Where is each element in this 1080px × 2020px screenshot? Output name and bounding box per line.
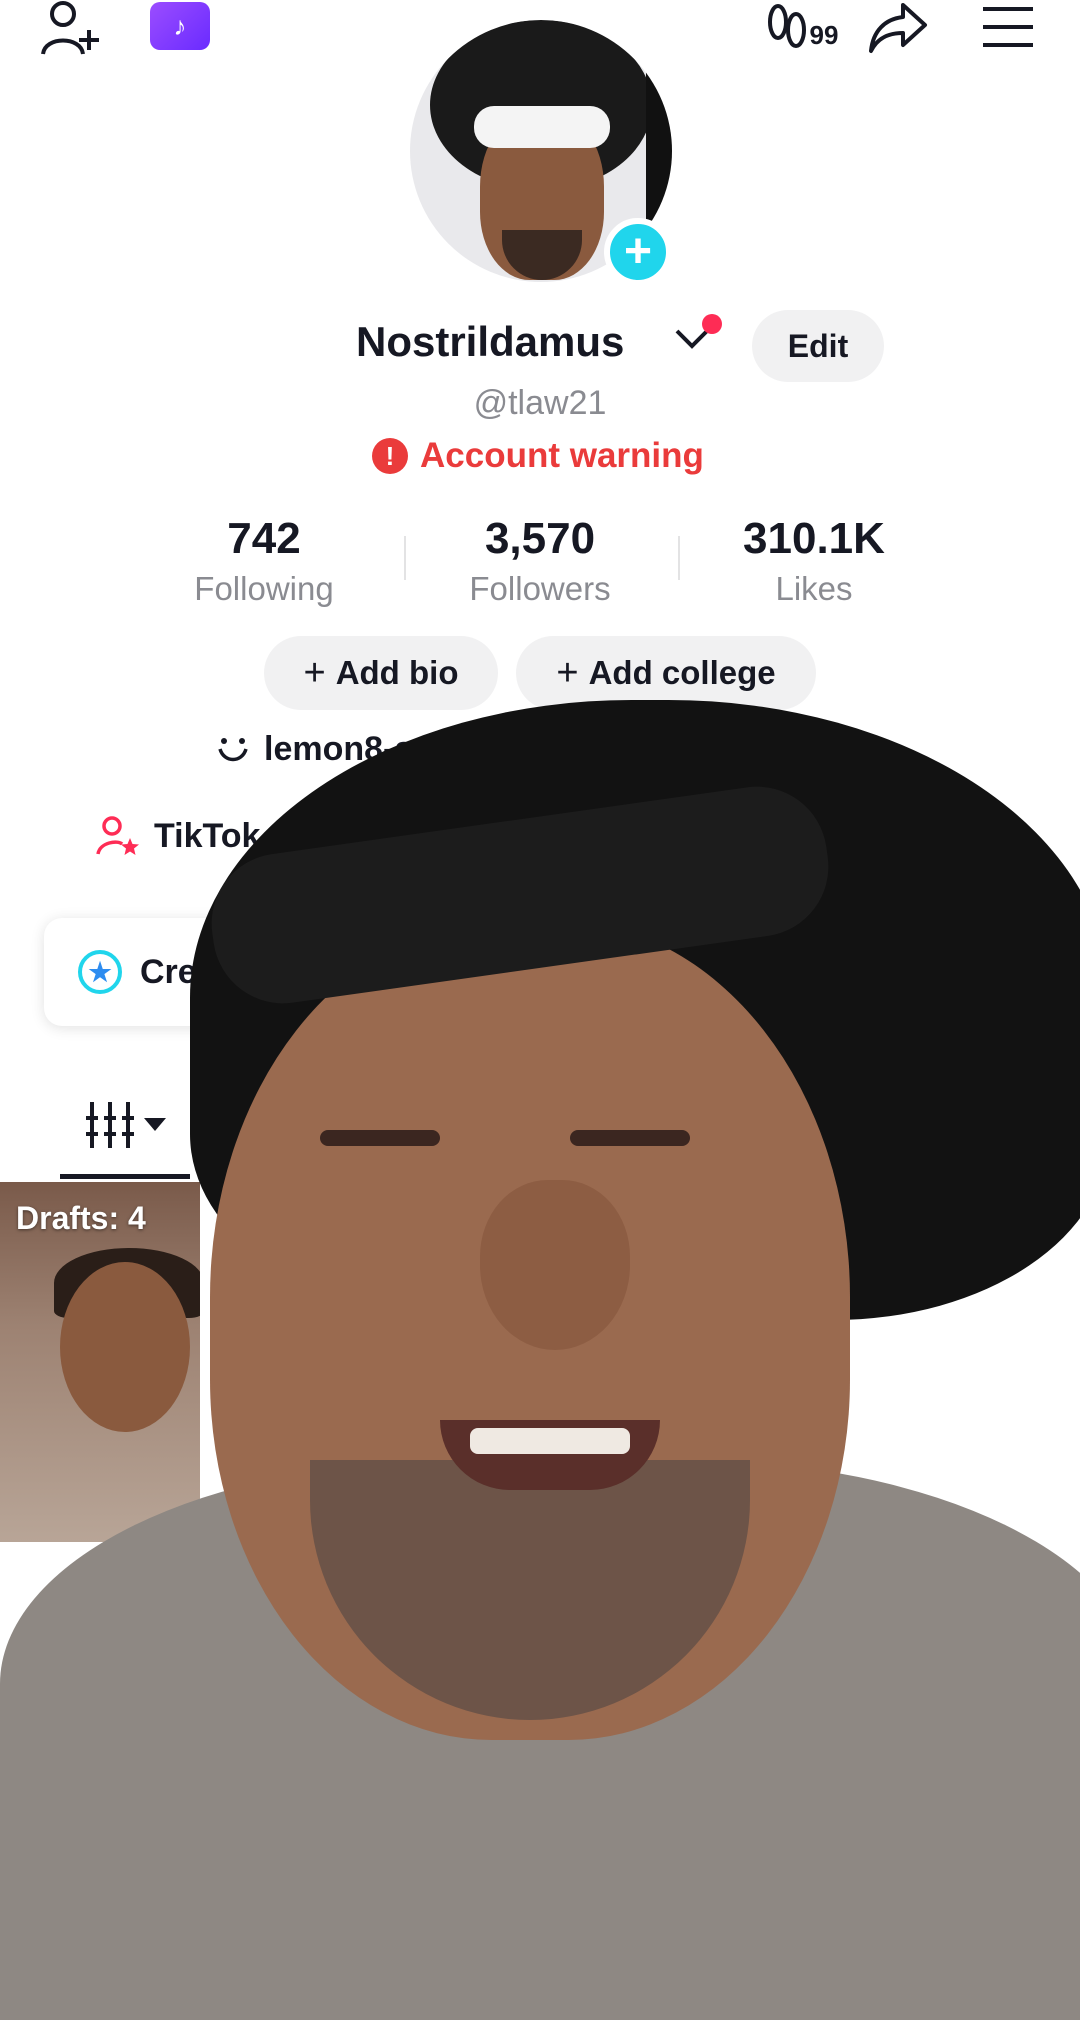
notification-dot: [702, 314, 722, 334]
stat-likes[interactable]: 310.1K Likes: [684, 514, 944, 608]
star-icon: ★: [78, 950, 122, 994]
display-name[interactable]: Nostrildamus: [356, 318, 624, 366]
add-college-label: Add college: [588, 654, 776, 691]
add-bio-label: Add bio: [335, 654, 459, 691]
share-icon[interactable]: [866, 0, 930, 56]
plus-icon: +: [556, 651, 579, 694]
likes-label: Likes: [775, 570, 853, 607]
following-count: 742: [227, 514, 301, 563]
grid-icon: [86, 1102, 134, 1148]
account-warning-label: Account warning: [420, 436, 704, 475]
tiktok-ticket-icon[interactable]: ♪: [150, 2, 210, 50]
likes-count: 310.1K: [743, 514, 885, 563]
menu-icon[interactable]: [980, 2, 1036, 52]
stat-following[interactable]: 742 Following: [134, 514, 394, 608]
overlay-video-person: [0, 700, 1080, 2020]
followers-count: 3,570: [484, 514, 596, 563]
add-college-button[interactable]: + Add college: [516, 636, 816, 710]
add-avatar-plus-icon[interactable]: +: [604, 218, 672, 286]
followers-label: Followers: [469, 570, 611, 607]
following-label: Following: [194, 570, 334, 607]
edit-profile-button[interactable]: Edit: [752, 310, 884, 382]
plus-icon: +: [303, 651, 326, 694]
footprints-icon[interactable]: 99: [760, 0, 846, 56]
warning-icon: !: [372, 438, 408, 474]
drafts-label: Drafts: 4: [16, 1200, 146, 1236]
stat-divider: [404, 536, 406, 580]
footprints-badge: 99: [809, 19, 839, 50]
add-friend-icon[interactable]: [38, 0, 106, 56]
stat-followers[interactable]: 3,570 Followers: [410, 514, 670, 608]
creator-star-icon: [96, 816, 139, 855]
ticket-glyph: ♪: [173, 10, 187, 41]
stat-divider: [678, 536, 680, 580]
username-handle: @tlaw21: [473, 384, 607, 422]
add-bio-button[interactable]: + Add bio: [264, 636, 498, 710]
account-warning[interactable]: ! Account warning: [372, 436, 704, 476]
